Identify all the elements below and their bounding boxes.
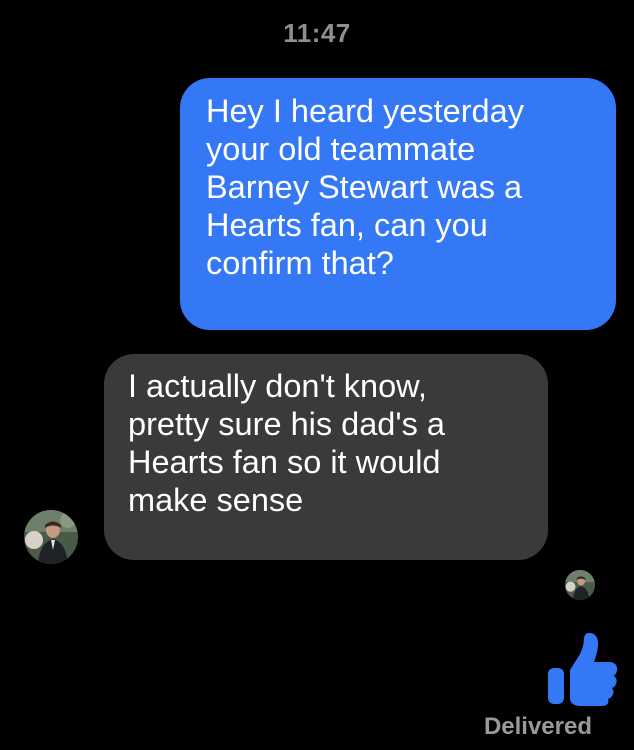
delivery-status: Delivered [483, 713, 592, 740]
received-message-bubble[interactable]: I actually don't know, pretty sure his d… [104, 354, 548, 560]
read-receipt-avatar [565, 570, 595, 600]
thumbs-up-reaction[interactable] [546, 632, 618, 706]
sent-message-bubble[interactable]: Hey I heard yesterday your old teammate … [180, 78, 616, 330]
read-receipt-photo-icon [565, 570, 595, 600]
contact-avatar[interactable] [24, 510, 78, 564]
contact-photo-icon [24, 510, 78, 564]
message-timestamp: 11:47 [283, 18, 351, 48]
thumbs-up-icon [548, 632, 618, 706]
